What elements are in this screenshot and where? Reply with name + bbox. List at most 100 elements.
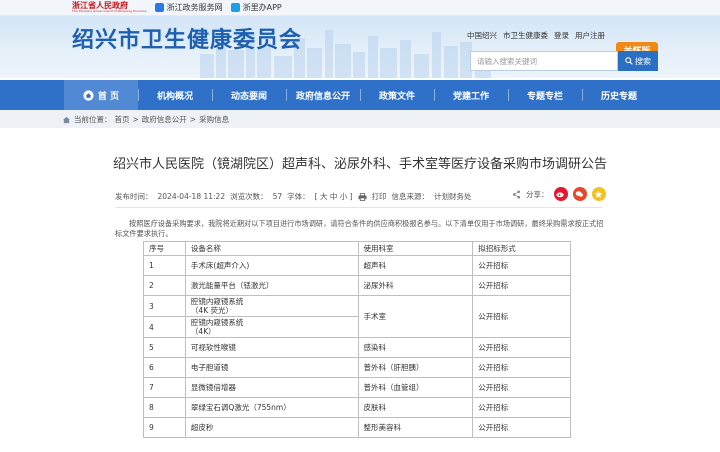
breadcrumb: 当前位置： 首页 > 政府信息公开 > 采购信息 [62, 114, 229, 125]
equipment-line: 腔镜内窥镜系统 [190, 297, 244, 306]
row-no: 3 [143, 295, 186, 317]
table-row: 8 翠绿宝石调Q激光（755nm） 皮肤科 公开招标 [143, 397, 571, 418]
row-no: 4 [143, 316, 186, 338]
gov-name: 浙江省人民政府 [72, 0, 128, 10]
equipment-line: 腔镜内窥镜系统 [190, 318, 244, 327]
search-button[interactable]: 搜索 [618, 51, 658, 71]
breadcrumb-item-info[interactable]: 政府信息公开 [142, 114, 187, 125]
header-department: 使用科室 [357, 241, 474, 256]
table-row: 2 激光能量平台（铥激光） 泌尿外科 公开招标 [143, 275, 571, 296]
procurement-table: 序号 设备名称 使用科室 拟招标形式 1 手术床(超声介入) 超声科 公开招标 … [143, 241, 571, 438]
table-row: 5 可视软性喉镜 感染科 公开招标 [143, 337, 571, 358]
row-equipment: 显微镜倍增器 [184, 377, 359, 398]
row-department: 超声科 [357, 255, 474, 276]
link-register[interactable]: 用户注册 [575, 30, 605, 41]
row-no: 2 [143, 275, 186, 296]
table-row: 1 手术床(超声介入) 超声科 公开招标 [143, 255, 571, 276]
row-equipment: 手术床(超声介入) [184, 255, 359, 276]
font-size-switch[interactable]: [ 大 中 小 ] [315, 191, 353, 202]
row-equipment: 激光能量平台（铥激光） [184, 275, 359, 296]
row-no: 9 [143, 417, 186, 438]
gov-name-en: The People's Government of Zhejiang Prov… [72, 9, 147, 13]
search-input[interactable]: 请输入搜索关键词 [470, 51, 618, 71]
breadcrumb-label: 当前位置： [74, 115, 112, 124]
row-department: 普外科（血管组） [357, 377, 474, 398]
link-health-commission[interactable]: 市卫生健康委 [503, 30, 548, 41]
nav-item-policy[interactable]: 政策文件 [360, 80, 434, 110]
row-equipment: 翠绿宝石调Q激光（755nm） [184, 397, 359, 418]
share-bar: 分享： [512, 187, 606, 201]
link-china-shaoxing[interactable]: 中国绍兴 [467, 30, 497, 41]
wechat-share-icon[interactable] [572, 187, 587, 201]
header-bid-form: 拟招标形式 [472, 241, 571, 256]
table-header-row: 序号 设备名称 使用科室 拟招标形式 [143, 241, 571, 256]
row-no: 7 [143, 377, 186, 398]
row-bid-form: 公开招标 [472, 255, 571, 276]
article-meta: 发布时间： 2024-04-18 11:22 浏览次数： 57 字体： [ 大 … [115, 191, 472, 202]
nav-item-topics[interactable]: 专题专栏 [508, 80, 582, 110]
breadcrumb-item-procurement[interactable]: 采购信息 [199, 114, 229, 125]
breadcrumb-item-home[interactable]: 首页 [115, 114, 130, 125]
print-icon[interactable] [358, 192, 367, 201]
row-bid-form: 公开招标 [472, 417, 571, 438]
source-value: 计划财务处 [434, 192, 472, 201]
zhejiang-gov-logo[interactable]: 浙江省人民政府 The People's Government of Zheji… [72, 1, 147, 13]
site-title[interactable]: 绍兴市卫生健康委员会 [72, 22, 302, 54]
meta-divider [115, 207, 602, 208]
equipment-line: （4K） [190, 327, 216, 336]
zwfw-link[interactable]: 浙江政务服务网 [154, 2, 223, 13]
row-no: 1 [143, 255, 186, 276]
share-icon [512, 189, 521, 199]
weibo-share-icon[interactable] [553, 187, 568, 201]
row-bid-form: 公开招标 [472, 397, 571, 418]
header-no: 序号 [143, 241, 186, 256]
row-department: 整形美容科 [357, 417, 474, 438]
link-login[interactable]: 登录 [554, 30, 569, 41]
font-label: 字体： [287, 192, 310, 201]
share-label: 分享： [526, 189, 549, 199]
nav-item-news[interactable]: 动态要闻 [212, 80, 286, 110]
row-department: 泌尿外科 [357, 275, 474, 296]
row-department: 皮肤科 [357, 397, 474, 418]
nav-item-org[interactable]: 机构概况 [138, 80, 212, 110]
row-bid-form: 公开招标 [472, 377, 571, 398]
source-label: 信息来源： [391, 192, 430, 201]
nav-item-party[interactable]: 党建工作 [434, 80, 508, 110]
nav-item-home[interactable]: 首 页 [64, 80, 138, 110]
nav-item-info-disclosure[interactable]: 政府信息公开 [286, 80, 360, 110]
row-bid-form: 公开招标 [472, 295, 571, 338]
row-no: 5 [143, 337, 186, 358]
print-button[interactable]: 打印 [372, 191, 387, 202]
nav-item-history[interactable]: 历史专题 [582, 80, 656, 110]
favorite-star-icon[interactable] [591, 187, 606, 201]
search-icon [625, 57, 633, 65]
main-nav: 首 页 机构概况 动态要闻 政府信息公开 政策文件 党建工作 专题专栏 历史专题 [0, 80, 720, 110]
zlb-app-link-label: 浙里办APP [242, 2, 282, 12]
breadcrumb-bar: 当前位置： 首页 > 政府信息公开 > 采购信息 [0, 110, 720, 128]
breadcrumb-separator: > [189, 115, 197, 124]
article-title: 绍兴市人民医院（镜湖院区）超声科、泌尿外科、手术室等医疗设备采购市场调研公告 [112, 157, 607, 172]
top-bar: 浙江省人民政府 The People's Government of Zheji… [0, 0, 720, 16]
row-department: 手术室 [357, 295, 474, 338]
home-icon [83, 89, 94, 101]
row-department: 普外科（肝胆胰） [357, 357, 474, 378]
views-label: 浏览次数： [230, 192, 268, 201]
published-label: 发布时间： [115, 192, 153, 201]
table-row: 6 电子胆道镜 普外科（肝胆胰） 公开招标 [143, 357, 571, 378]
row-bid-form: 公开招标 [472, 357, 571, 378]
header-equipment: 设备名称 [184, 241, 359, 256]
row-equipment: 腔镜内窥镜系统 （4K） [184, 316, 359, 338]
table-row: 3 腔镜内窥镜系统 （4K 荧光） 手术室 公开招标 [143, 295, 571, 338]
header-top-links: 中国绍兴 市卫生健康委 登录 用户注册 [467, 30, 605, 41]
search-button-label: 搜索 [635, 56, 651, 66]
nav-item-home-label: 首 页 [97, 91, 120, 102]
article-intro: 按照医疗设备采购要求，我院将近期对以下项目进行市场调研，请符合条件的供应商积极报… [115, 219, 604, 238]
zwfw-link-label: 浙江政务服务网 [166, 2, 223, 12]
zlb-app-link[interactable]: 浙里办APP [230, 2, 282, 13]
zhejiang-service-icon [154, 2, 164, 12]
views-count: 57 [272, 192, 283, 201]
equipment-line: （4K 荧光） [190, 306, 233, 315]
published-time: 2024-04-18 11:22 [157, 192, 226, 201]
row-equipment: 可视软性喉镜 [184, 337, 359, 358]
table-row: 9 超皮秒 整形美容科 公开招标 [143, 417, 571, 438]
